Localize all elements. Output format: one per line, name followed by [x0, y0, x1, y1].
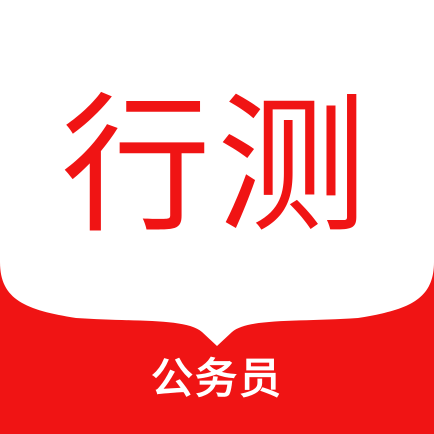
app-title: 行测 — [60, 80, 373, 254]
app-icon[interactable]: 行测 公务员 — [0, 0, 434, 434]
app-subtitle: 公务员 — [150, 354, 283, 403]
